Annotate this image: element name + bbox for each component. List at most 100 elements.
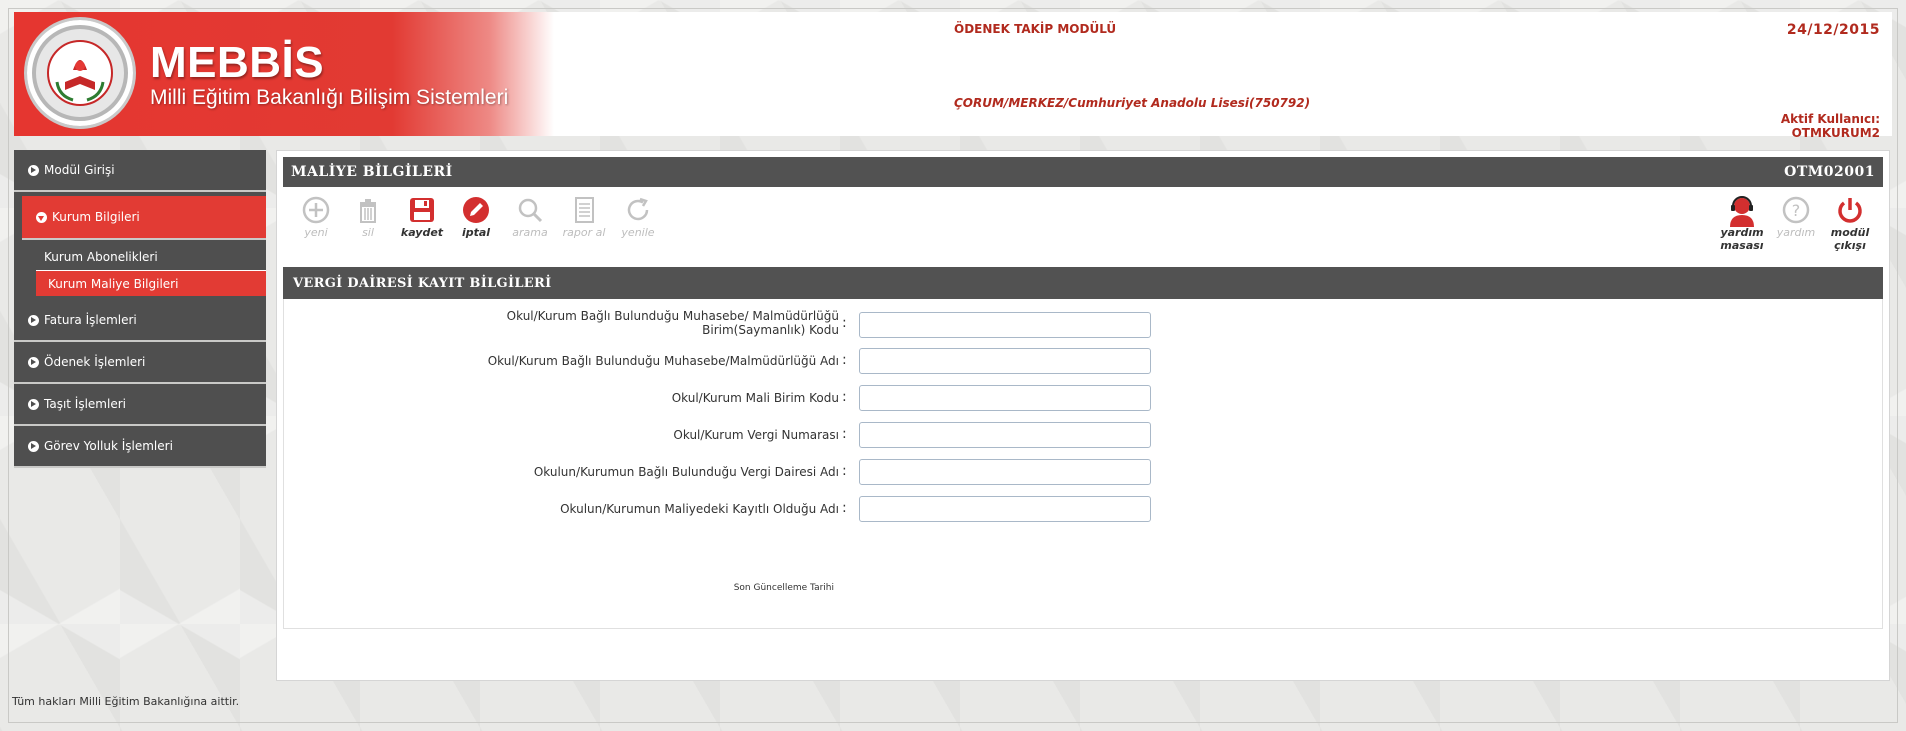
colon: : [842,315,847,331]
sidebar-item-label: Modül Girişi [44,163,115,177]
form-row-accounting-unit-code: Okul/Kurum Bağlı Bulunduğu Muhasebe/ Mal… [284,309,1884,341]
arrow-down-circle-icon [36,211,47,223]
sidebar-subitem-label: Kurum Maliye Bilgileri [48,276,179,291]
search-button[interactable]: arama [505,195,555,238]
field-label: Okulun/Kurumun Bağlı Bulunduğu Vergi Dai… [533,465,839,479]
footer-copyright: Tüm hakları Milli Eğitim Bakanlığına ait… [12,695,240,708]
refresh-button[interactable]: yenile [613,195,663,238]
help-button[interactable]: ? yardım [1771,195,1821,238]
save-button[interactable]: kaydet [397,195,447,238]
form-row-accounting-office-name: Okul/Kurum Bağlı Bulunduğu Muhasebe/Malm… [284,347,1884,377]
form-row-financial-unit-code: Okul/Kurum Mali Birim Kodu : [284,384,1884,414]
new-label: yeni [304,226,328,239]
refresh-icon [627,197,649,221]
document-icon [575,197,594,223]
sidebar-item-label: Fatura İşlemleri [44,313,137,327]
question-circle-icon: ? [1782,196,1810,224]
colon: : [842,389,847,405]
registered-name-input[interactable] [859,496,1151,522]
sidebar-item-label: Ödenek İşlemleri [44,355,146,369]
sidebar-item-label: Taşıt İşlemleri [44,397,126,411]
form-row-tax-office-name: Okulun/Kurumun Bağlı Bulunduğu Vergi Dai… [284,458,1884,488]
sidebar-item-odenek-islemleri[interactable]: Ödenek İşlemleri [14,342,266,384]
magnifier-icon [518,198,543,223]
panel-titlebar: MALİYE BİLGİLERİ OTM02001 [283,157,1883,187]
plus-circle-icon [302,196,330,224]
helpdesk-label-2: masası [1720,239,1764,252]
delete-label: sil [362,226,374,239]
current-date: 24/12/2015 [1786,22,1880,38]
accounting-unit-code-input[interactable] [859,312,1151,338]
arrow-circle-icon [28,164,39,176]
sidebar-item-label: Kurum Bilgileri [52,210,140,224]
report-button[interactable]: rapor al [559,195,609,238]
arrow-circle-icon [28,398,39,410]
search-label: arama [512,226,548,239]
financial-unit-code-input[interactable] [859,385,1151,411]
tax-number-input[interactable] [859,422,1151,448]
helpdesk-button[interactable]: yardım masası [1717,195,1767,251]
sidebar-group-kurum-bilgileri: Kurum Bilgileri Kurum Abonelikleri Kurum… [14,192,266,300]
module-exit-button[interactable]: modül çıkışı [1825,195,1875,251]
colon: : [842,463,847,479]
power-icon [1838,198,1862,223]
brand-subtitle: Milli Eğitim Bakanlığı Bilişim Sistemler… [150,86,509,109]
page-header: MEBBİS Milli Eğitim Bakanlığı Bilişim Si… [14,12,1892,140]
field-label: Okul/Kurum Vergi Numarası [673,428,839,442]
form-row-registered-name: Okulun/Kurumun Maliyedeki Kayıtlı Olduğu… [284,495,1884,525]
sidebar-subitem-label: Kurum Abonelikleri [44,250,158,264]
panel-code: OTM02001 [1784,164,1875,180]
form-row-tax-number: Okul/Kurum Vergi Numarası : [284,421,1884,451]
sidebar-subitem-kurum-maliye-bilgileri[interactable]: Kurum Maliye Bilgileri [36,270,266,296]
report-label: rapor al [562,226,606,239]
save-label: kaydet [400,226,444,239]
cancel-label: iptal [461,226,491,239]
arrow-circle-icon [28,356,39,368]
section-header: VERGİ DAİRESİ KAYIT BİLGİLERİ [283,267,1883,299]
main-panel: MALİYE BİLGİLERİ OTM02001 yeni sil kayde… [276,150,1890,681]
school-name: ÇORUM/MERKEZ/Cumhuriyet Anadolu Lisesi(7… [954,96,1311,110]
active-user: OTMKURUM2 [1791,126,1880,140]
refresh-label: yenile [621,226,655,239]
cancel-button[interactable]: iptal [451,195,501,238]
logo-band: MEBBİS Milli Eğitim Bakanlığı Bilişim Si… [14,12,554,136]
module-exit-label-1: modül [1830,226,1870,239]
sidebar-item-modul-girisi[interactable]: Modül Girişi [14,150,266,192]
sidebar-item-tasit-islemleri[interactable]: Taşıt İşlemleri [14,384,266,426]
last-update-label: Son Güncelleme Tarihi [733,583,834,593]
active-user-label: Aktif Kullanıcı: [1780,112,1880,126]
new-button[interactable]: yeni [291,195,341,238]
colon: : [842,426,847,442]
toolbar: yeni sil kaydet iptal arama rapor al yen… [283,195,1883,259]
sidebar-item-label: Görev Yolluk İşlemleri [44,439,173,453]
helpdesk-label-1: yardım [1720,226,1764,239]
panel-title: MALİYE BİLGİLERİ [291,164,453,180]
module-title: ÖDENEK TAKİP MODÜLÜ [954,22,1117,36]
brand-title: MEBBİS [150,38,325,87]
sidebar-item-gorev-yolluk-islemleri[interactable]: Görev Yolluk İşlemleri [14,426,266,468]
pencil-circle-icon [463,197,489,223]
delete-button[interactable]: sil [343,195,393,238]
floppy-disk-icon [410,198,434,222]
svg-text:?: ? [1792,201,1801,220]
sidebar-subitem-kurum-abonelikleri[interactable]: Kurum Abonelikleri [14,244,266,270]
headset-user-icon [1730,196,1754,227]
meb-emblem-icon [24,17,136,129]
tax-office-name-input[interactable] [859,459,1151,485]
colon: : [842,352,847,368]
module-exit-label-2: çıkışı [1834,239,1866,252]
sidebar-item-fatura-islemleri[interactable]: Fatura İşlemleri [14,300,266,342]
field-label: Okul/Kurum Mali Birim Kodu [671,391,839,405]
colon: : [842,500,847,516]
field-label: Okul/Kurum Bağlı Bulunduğu Muhasebe/Malm… [487,354,839,368]
field-label: Okulun/Kurumun Maliyedeki Kayıtlı Olduğu… [560,502,839,516]
field-label: Okul/Kurum Bağlı Bulunduğu Muhasebe/ Mal… [506,309,839,337]
sidebar-menu: Modül Girişi Kurum Bilgileri Kurum Abone… [14,150,266,468]
tax-office-form: Okul/Kurum Bağlı Bulunduğu Muhasebe/ Mal… [283,299,1883,629]
trash-icon [360,199,376,223]
arrow-circle-icon [28,440,39,452]
help-label: yardım [1776,226,1816,239]
accounting-office-name-input[interactable] [859,348,1151,374]
sidebar-item-kurum-bilgileri[interactable]: Kurum Bilgileri [22,196,266,240]
arrow-circle-icon [28,314,39,326]
